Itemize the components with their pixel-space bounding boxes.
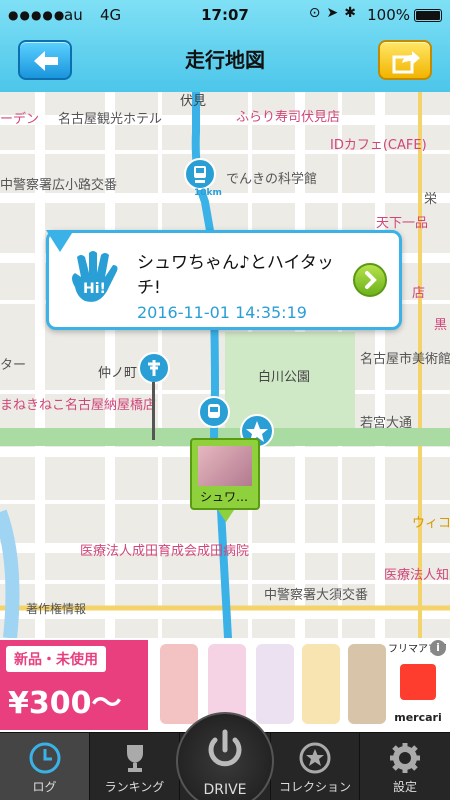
drive-button[interactable]: DRIVE [176, 712, 274, 800]
gear-icon [390, 743, 420, 773]
popup-open-button[interactable] [353, 263, 387, 297]
train-marker-icon[interactable] [198, 396, 230, 428]
ad-product-5 [348, 644, 386, 724]
tab-ranking-label: ランキング [104, 780, 165, 794]
status-icons: ⊙➤✱ [308, 5, 362, 21]
ad-product-4 [302, 644, 340, 724]
map-label-wakamiya: 若宮大通 [360, 416, 413, 431]
map-label-wico: ウィコ [412, 516, 450, 531]
tab-settings[interactable]: 設定 [360, 733, 450, 800]
map-label-koban: 中警察署広小路交番 [0, 178, 118, 193]
marker-10km-label: 10km [194, 188, 222, 198]
map-label-nakanocho: 仲ノ町 [98, 366, 138, 381]
chevron-right-icon [365, 271, 377, 289]
map-label-shirakawa: 白川公園 [258, 370, 311, 385]
map-label-tenka: 天下一品 [376, 216, 429, 231]
ad-info-icon[interactable]: i [430, 640, 446, 656]
tab-log[interactable]: ログ [0, 733, 90, 800]
share-icon [392, 51, 420, 74]
photo-thumbnail [198, 446, 252, 486]
map-label-tar: ター [0, 358, 27, 373]
map-label-furari: ふらり寿司伏見店 [236, 110, 341, 125]
clock-icon [29, 742, 60, 774]
drive-label: DRIVE [203, 782, 247, 798]
tab-collection[interactable]: コレクション [270, 733, 360, 800]
popup-tail [46, 230, 74, 252]
ad-product-3 [256, 644, 294, 724]
event-popup[interactable]: Hi! シュワちゃん♪とハイタッチ! 2016-11-01 14:35:19 [46, 230, 402, 330]
map-label-fushimi: 伏見 [180, 94, 207, 109]
info-marker-icon[interactable] [138, 352, 170, 384]
trophy-icon [126, 745, 143, 772]
status-bar: ●●●●● au 4G 17:07 ⊙➤✱ 100% [0, 0, 450, 30]
map-label-clinic2: 医療法人知泉会 [384, 568, 450, 583]
map-label-denki: でんきの科学館 [226, 172, 318, 187]
marker-pole [152, 382, 155, 440]
ad-tag: 新品・未使用 [6, 646, 106, 672]
mercari-box-icon [400, 664, 436, 700]
ad-price: ¥300～ [8, 686, 122, 721]
map-label-kanko-hotel: 名古屋観光ホテル [58, 112, 163, 127]
map-label-sakae: 栄 [424, 192, 438, 207]
svg-text:Hi!: Hi! [83, 281, 106, 297]
route-map[interactable]: 伏見 ーデン 名古屋観光ホテル ふらり寿司伏見店 IDカフェ(CAFE) 中警察… [0, 92, 450, 638]
top-bar: ●●●●● au 4G 17:07 ⊙➤✱ 100% 走行地図 [0, 0, 450, 92]
battery-label: 100% [367, 6, 410, 24]
share-button[interactable] [378, 40, 432, 80]
photo-marker-pointer [218, 510, 234, 522]
popup-timestamp: 2016-11-01 14:35:19 [137, 303, 307, 322]
map-label-kuro: 黒 [434, 318, 448, 333]
tab-collection-label: コレクション [278, 780, 351, 794]
map-label-museum: 名古屋市美術館 [360, 352, 450, 367]
tab-settings-label: 設定 [392, 780, 417, 794]
mercari-label: mercari [394, 711, 442, 724]
map-copyright-link[interactable]: 著作権情報 [26, 600, 86, 617]
tab-ranking[interactable]: ランキング [90, 733, 180, 800]
hi-hand-icon: Hi! [72, 251, 118, 302]
map-label-clinic: 医療法人成田育成会成田病院 [80, 544, 250, 559]
map-label-id-cafe: IDカフェ(CAFE) [330, 138, 427, 153]
map-label-osu: 中警察署大須交番 [264, 588, 369, 603]
map-label-den: ーデン [0, 112, 40, 127]
ad-price-panel: 新品・未使用 ¥300～ [0, 640, 148, 730]
ad-product-1 [160, 644, 198, 724]
photo-marker[interactable]: シュワ… [190, 438, 260, 510]
photo-caption: シュワ… [200, 490, 249, 504]
tab-log-label: ログ [32, 780, 57, 794]
bus-marker-icon[interactable] [184, 158, 216, 190]
map-label-maneki: まねきねこ名古屋納屋橋店 [0, 398, 157, 413]
star-circle-icon [299, 742, 331, 774]
mercari-logo: フリマアプリ mercari i [388, 638, 448, 732]
battery-icon [414, 9, 442, 22]
map-label-ten: 店 [412, 286, 426, 301]
popup-message: シュワちゃん♪とハイタッチ! [137, 253, 334, 298]
power-icon [208, 729, 242, 767]
